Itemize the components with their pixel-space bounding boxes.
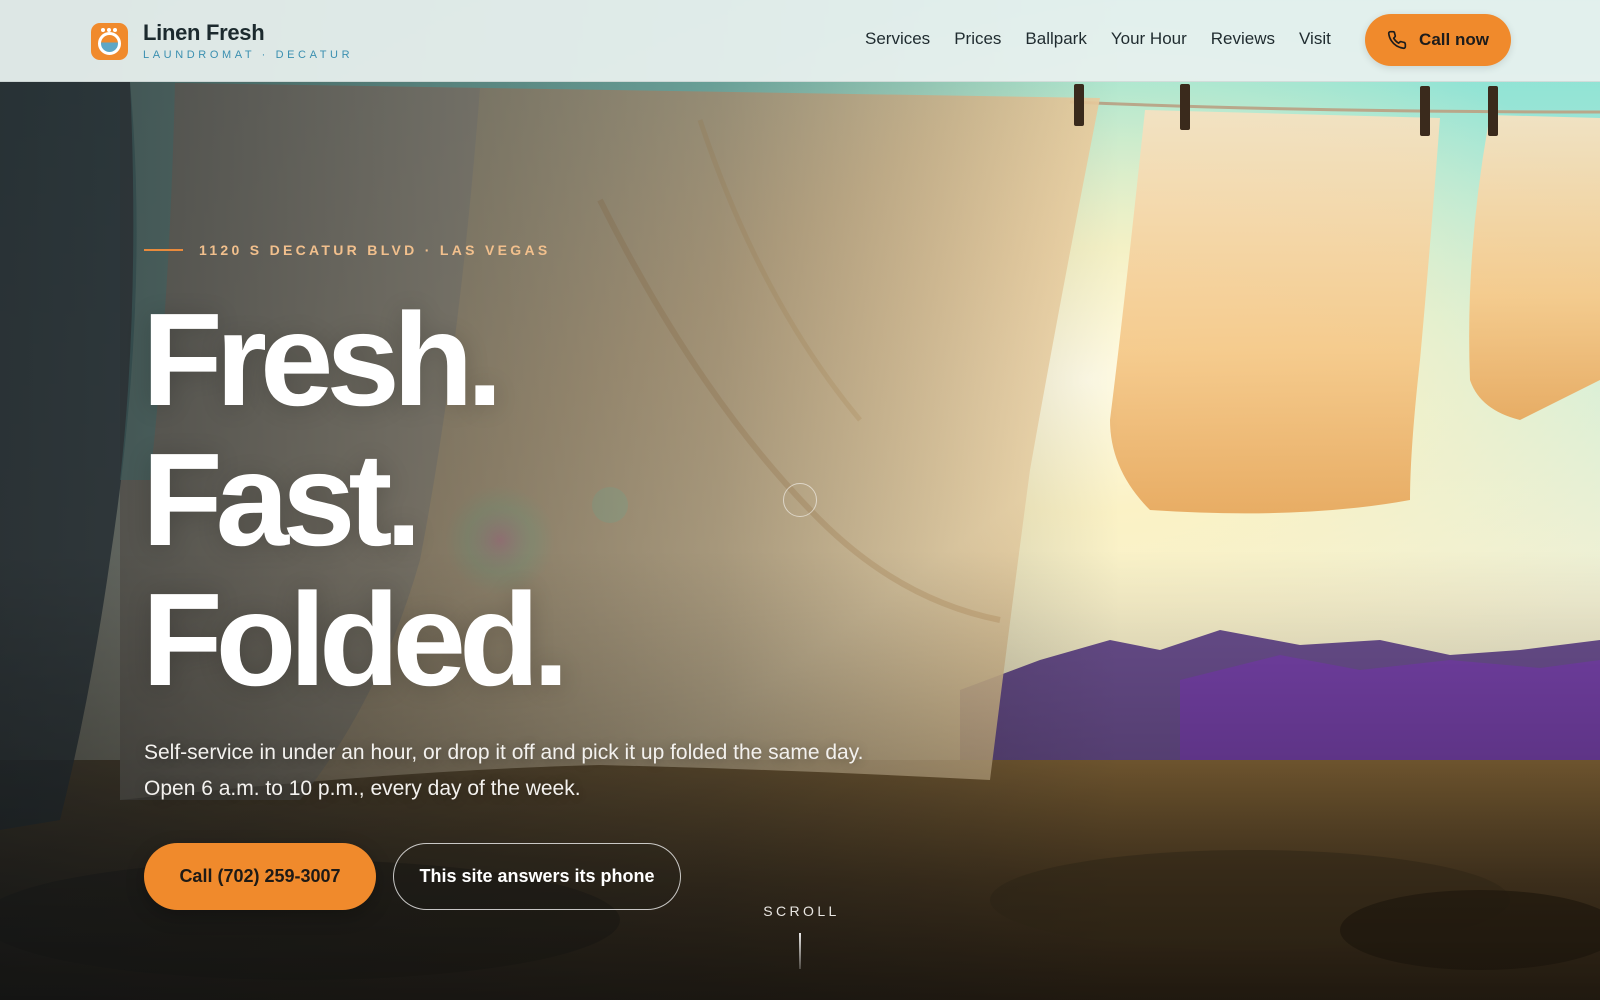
headline-line-2: Fast. [142,426,422,573]
hero-headline: Fresh. Fast. Folded. [142,286,569,713]
nav-link-prices[interactable]: Prices [954,29,1001,49]
washing-machine-icon [91,23,128,60]
phone-icon [1387,30,1407,50]
scroll-indicator[interactable]: SCROLL [740,903,860,969]
site-header: Linen Fresh LAUNDROMAT · DECATUR Service… [0,0,1600,82]
brand-tagline: LAUNDROMAT · DECATUR [143,49,354,61]
brand-logo-link[interactable]: Linen Fresh LAUNDROMAT · DECATUR [91,22,353,61]
call-now-label: Call now [1419,30,1489,49]
mouse-cursor [783,483,817,517]
phone-answer-button[interactable]: This site answers its phone [393,843,681,910]
nav-link-ballpark[interactable]: Ballpark [1025,29,1086,49]
hero-subtext: Self-service in under an hour, or drop i… [144,741,864,800]
call-now-button[interactable]: Call now [1365,14,1511,66]
main-nav: Services Prices Ballpark Your Hour Revie… [865,29,1355,49]
brand-name: Linen Fresh [143,20,265,45]
call-phone-button[interactable]: Call (702) 259-3007 [144,843,376,910]
headline-line-3: Folded. [142,566,569,713]
scroll-line [799,933,801,969]
nav-link-services[interactable]: Services [865,29,930,49]
headline-line-1: Fresh. [142,286,503,433]
eyebrow-divider [144,249,183,251]
scroll-label: SCROLL [763,903,840,919]
nav-link-visit[interactable]: Visit [1299,29,1331,49]
nav-link-reviews[interactable]: Reviews [1211,29,1275,49]
nav-link-your-hour[interactable]: Your Hour [1111,29,1187,49]
address-label: 1120 S DECATUR BLVD · LAS VEGAS [199,242,551,258]
hero-eyebrow: 1120 S DECATUR BLVD · LAS VEGAS [144,242,551,258]
